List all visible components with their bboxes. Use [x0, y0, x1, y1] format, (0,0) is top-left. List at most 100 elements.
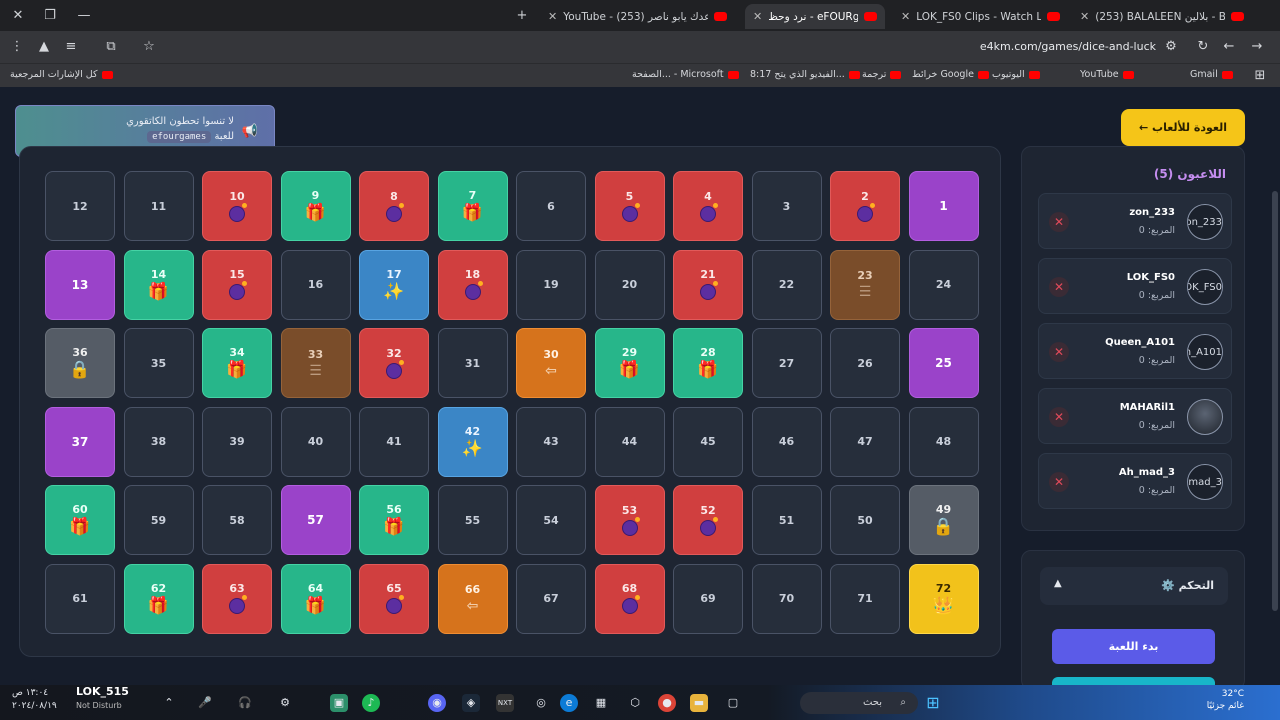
board-cell-15[interactable]: 15 — [202, 249, 272, 320]
start-game-button[interactable]: بدء اللعبة — [1052, 629, 1215, 664]
tab-close-icon[interactable]: ✕ — [1080, 10, 1089, 23]
board-cell-58[interactable]: 58 — [202, 485, 272, 555]
board-cell-44[interactable]: 44 — [594, 406, 665, 477]
board-cell-68[interactable]: 68 — [594, 563, 665, 634]
board-cell-9[interactable]: 9 🎁 — [280, 171, 351, 241]
settings-gear-icon[interactable]: ⚙ — [276, 694, 294, 712]
board-cell-62[interactable]: 62 🎁 — [123, 563, 194, 634]
board-cell-2[interactable]: 2 — [830, 171, 900, 241]
board-cell-67[interactable]: 67 — [516, 563, 586, 634]
board-cell-18[interactable]: 18 — [437, 249, 508, 320]
board-cell-47[interactable]: 47 — [830, 406, 900, 477]
bookmark-item[interactable]: اليوتيوب — [992, 69, 1040, 80]
control-toggle[interactable]: ⚙️ التحكم ▲ — [1040, 567, 1228, 605]
close-window-icon[interactable]: ✕ — [8, 6, 28, 26]
board-cell-64[interactable]: 64 🎁 — [280, 563, 351, 634]
board-cell-40[interactable]: 40 — [280, 406, 351, 477]
edge-icon[interactable]: e — [560, 694, 578, 712]
board-cell-25[interactable]: 25 — [908, 328, 979, 398]
discord-icon[interactable]: ◉ — [428, 694, 446, 712]
reading-list-icon[interactable]: ≡ — [62, 38, 80, 56]
board-cell-59[interactable]: 59 — [123, 485, 194, 555]
board-cell-38[interactable]: 38 — [123, 406, 194, 477]
board-cell-27[interactable]: 27 — [751, 328, 822, 398]
bookmark-star-icon[interactable]: ☆ — [140, 38, 158, 56]
board-cell-61[interactable]: 61 — [45, 563, 115, 634]
board-cell-70[interactable]: 70 — [751, 563, 822, 634]
minimize-window-icon[interactable]: — — [74, 6, 94, 26]
bookmark-item[interactable]: الصفحة... - Microsoft — [632, 69, 739, 80]
windows-start-icon[interactable]: ⊞ — [924, 694, 942, 712]
chrome-icon[interactable]: ● — [658, 694, 676, 712]
app-icon-3[interactable]: ⬡ — [626, 694, 644, 712]
file-explorer-icon[interactable]: ▬ — [690, 694, 708, 712]
remove-player-icon[interactable]: ✕ — [1049, 472, 1069, 492]
board-cell-49[interactable]: 49 🔒 — [908, 485, 979, 555]
board-cell-23[interactable]: 23 ☰ — [830, 249, 900, 320]
page-scrollbar[interactable] — [1272, 191, 1278, 611]
board-cell-31[interactable]: 31 — [437, 328, 508, 398]
board-cell-26[interactable]: 26 — [830, 328, 900, 398]
board-cell-12[interactable]: 12 — [45, 171, 115, 241]
board-cell-34[interactable]: 34 🎁 — [202, 328, 272, 398]
steam-icon[interactable]: ◈ — [462, 694, 480, 712]
share-icon[interactable]: ⧉ — [102, 38, 120, 56]
bookmark-item[interactable]: خرائط Google — [912, 69, 989, 80]
extension-icon[interactable]: ▲ — [35, 38, 53, 56]
board-cell-24[interactable]: 24 — [908, 249, 979, 320]
board-cell-43[interactable]: 43 — [516, 406, 586, 477]
board-cell-28[interactable]: 28 🎁 — [673, 328, 743, 398]
board-cell-14[interactable]: 14 🎁 — [123, 249, 194, 320]
bookmark-item[interactable]: كل الإشارات المرجعية — [10, 69, 113, 80]
board-cell-11[interactable]: 11 — [123, 171, 194, 241]
board-cell-66[interactable]: 66 ⇦ — [437, 563, 508, 634]
board-cell-16[interactable]: 16 — [280, 249, 351, 320]
board-cell-56[interactable]: 56 🎁 — [359, 485, 429, 555]
board-cell-55[interactable]: 55 — [437, 485, 508, 555]
calculator-icon[interactable]: ▦ — [592, 694, 610, 712]
app-icon-4[interactable]: ▢ — [724, 694, 742, 712]
apps-icon[interactable]: ⊞ — [1251, 67, 1269, 85]
board-cell-50[interactable]: 50 — [830, 485, 900, 555]
taskbar-search[interactable]: بحث ⌕ — [800, 692, 918, 714]
address-bar[interactable]: e4km.com/games/dice-and-luck — [980, 40, 1156, 53]
board-cell-41[interactable]: 41 — [359, 406, 429, 477]
tab-close-icon[interactable]: ✕ — [548, 10, 557, 23]
remove-player-icon[interactable]: ✕ — [1049, 407, 1069, 427]
browser-tab[interactable]: ✕ YouTube - نوعدك يابو ناصر (253) — [540, 4, 735, 29]
board-cell-57[interactable]: 57 — [280, 485, 351, 555]
chevron-up-icon[interactable]: ⌃ — [160, 694, 178, 712]
bookmark-item[interactable]: YouTube — [1080, 69, 1134, 80]
board-cell-33[interactable]: 33 ☰ — [280, 328, 351, 398]
board-cell-19[interactable]: 19 — [516, 249, 586, 320]
microphone-icon[interactable]: 🎤 — [196, 694, 214, 712]
board-cell-71[interactable]: 71 — [830, 563, 900, 634]
tab-close-icon[interactable]: ✕ — [901, 10, 910, 23]
board-cell-53[interactable]: 53 — [594, 485, 665, 555]
browser-tab[interactable]: ✕ (253) BALALEEN بلالين - BLVXB — [1072, 4, 1252, 29]
back-icon[interactable]: → — [1248, 38, 1266, 56]
board-cell-32[interactable]: 32 — [359, 328, 429, 398]
board-cell-13[interactable]: 13 — [45, 249, 115, 320]
board-cell-7[interactable]: 7 🎁 — [437, 171, 508, 241]
headset-icon[interactable]: 🎧 — [236, 694, 254, 712]
board-cell-8[interactable]: 8 — [359, 171, 429, 241]
board-cell-17[interactable]: 17 ✨ — [359, 249, 429, 320]
next-app-icon[interactable]: NXT — [496, 694, 514, 712]
app-icon-1[interactable]: ▣ — [330, 694, 348, 712]
board-cell-5[interactable]: 5 — [594, 171, 665, 241]
app-icon-2[interactable]: ◎ — [532, 694, 550, 712]
board-cell-3[interactable]: 3 — [751, 171, 822, 241]
board-cell-35[interactable]: 35 — [123, 328, 194, 398]
board-cell-45[interactable]: 45 — [673, 406, 743, 477]
board-cell-60[interactable]: 60 🎁 — [45, 485, 115, 555]
browser-tab[interactable]: ✕ LOK_FS0 Clips - Watch Live on — [893, 4, 1068, 29]
board-cell-37[interactable]: 37 — [45, 406, 115, 477]
board-cell-51[interactable]: 51 — [751, 485, 822, 555]
bookmark-item[interactable]: ترجمة — [862, 69, 902, 80]
board-cell-69[interactable]: 69 — [673, 563, 743, 634]
board-cell-4[interactable]: 4 — [673, 171, 743, 241]
board-cell-42[interactable]: 42 ✨ — [437, 406, 508, 477]
clock[interactable]: ١٣:٠٤ ص ٢٠٢٤/٠٨/١٩ — [12, 687, 57, 713]
spotify-icon[interactable]: ♪ — [362, 694, 380, 712]
